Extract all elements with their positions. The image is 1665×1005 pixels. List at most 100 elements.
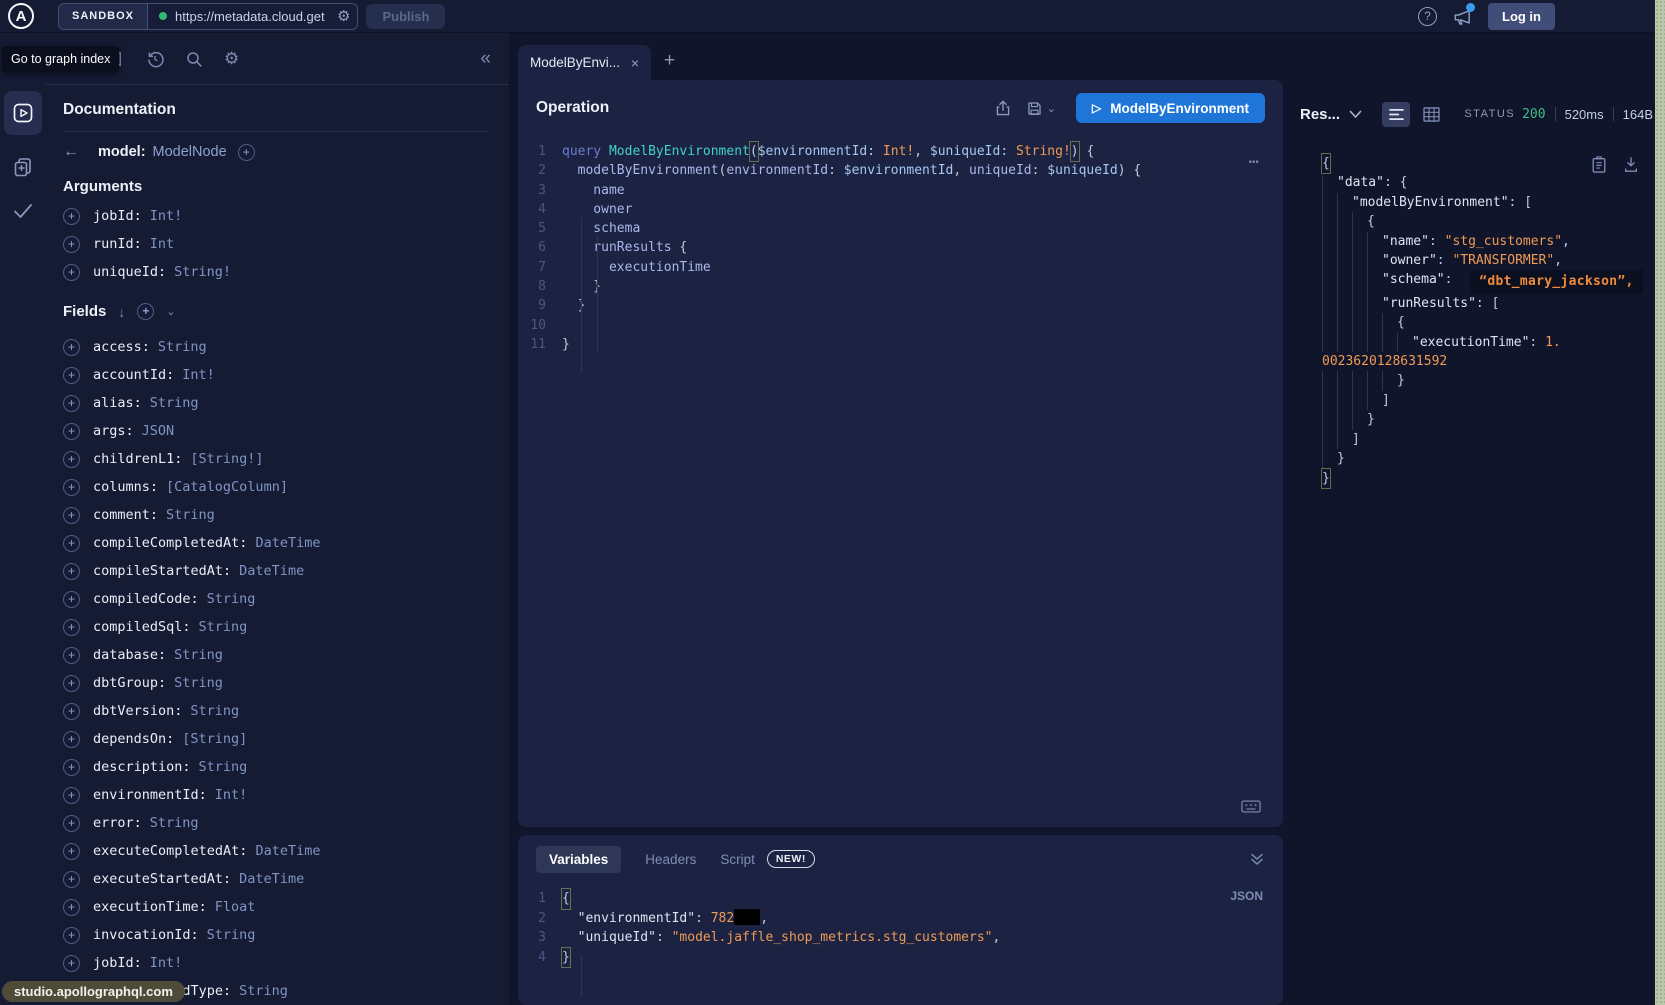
add-to-query-icon[interactable]: + bbox=[63, 339, 80, 356]
field-type[interactable]: [String!] bbox=[190, 451, 263, 467]
add-to-query-icon[interactable]: + bbox=[63, 395, 80, 412]
field-type[interactable]: JSON bbox=[142, 423, 175, 439]
settings-gear-icon[interactable]: ⚙ bbox=[224, 49, 239, 69]
save-chevron-icon[interactable]: ⌄ bbox=[1047, 102, 1056, 115]
field-type[interactable]: [CatalogColumn] bbox=[166, 479, 288, 495]
field-row[interactable]: +jobId:Int! bbox=[63, 202, 489, 230]
table-view-toggle-icon[interactable] bbox=[1423, 107, 1440, 122]
field-row[interactable]: +access:String bbox=[63, 333, 489, 361]
add-to-query-icon[interactable]: + bbox=[63, 955, 80, 972]
field-row[interactable]: +childrenL1:[String!] bbox=[63, 445, 489, 473]
field-type[interactable]: DateTime bbox=[255, 843, 320, 859]
sandbox-chip[interactable]: SANDBOX bbox=[59, 4, 148, 29]
field-type[interactable]: Int! bbox=[150, 208, 183, 224]
add-to-query-icon[interactable]: + bbox=[63, 927, 80, 944]
login-button[interactable]: Log in bbox=[1488, 3, 1555, 30]
field-type[interactable]: String bbox=[207, 927, 256, 943]
field-row[interactable]: +args:JSON bbox=[63, 417, 489, 445]
field-row[interactable]: +executeStartedAt:DateTime bbox=[63, 865, 489, 893]
add-all-fields-icon[interactable]: + bbox=[137, 303, 154, 320]
tab-headers[interactable]: Headers bbox=[645, 852, 696, 867]
field-row[interactable]: +dbtGroup:String bbox=[63, 669, 489, 697]
field-type[interactable]: Int bbox=[150, 236, 174, 252]
field-row[interactable]: +invocationId:String bbox=[63, 921, 489, 949]
run-operation-button[interactable]: ▷ ModelByEnvironment bbox=[1076, 93, 1265, 123]
field-row[interactable]: +compileStartedAt:DateTime bbox=[63, 557, 489, 585]
add-to-query-icon[interactable]: + bbox=[63, 759, 80, 776]
field-type[interactable]: [String] bbox=[182, 731, 247, 747]
add-to-query-icon[interactable]: + bbox=[63, 899, 80, 916]
tab-variables[interactable]: Variables bbox=[536, 846, 621, 873]
field-row[interactable]: +executionTime:Float bbox=[63, 893, 489, 921]
add-fields-chevron-icon[interactable]: ⌄ bbox=[166, 305, 175, 318]
field-row[interactable]: +description:String bbox=[63, 753, 489, 781]
field-row[interactable]: +runId:Int bbox=[63, 230, 489, 258]
field-row[interactable]: +columns:[CatalogColumn] bbox=[63, 473, 489, 501]
share-icon[interactable] bbox=[994, 99, 1012, 117]
field-type[interactable]: String bbox=[207, 591, 256, 607]
field-type[interactable]: String bbox=[150, 395, 199, 411]
add-to-query-icon[interactable]: + bbox=[63, 647, 80, 664]
endpoint-settings-gear-icon[interactable]: ⚙ bbox=[335, 7, 357, 25]
operation-editor[interactable]: 1query ModelByEnvironment($environmentId… bbox=[518, 136, 1283, 354]
add-field-icon[interactable]: + bbox=[238, 144, 255, 161]
add-to-query-icon[interactable]: + bbox=[63, 423, 80, 440]
field-row[interactable]: +compiledCode:String bbox=[63, 585, 489, 613]
history-icon[interactable] bbox=[146, 50, 164, 68]
add-to-query-icon[interactable]: + bbox=[63, 815, 80, 832]
back-arrow-icon[interactable]: ← bbox=[63, 143, 87, 161]
field-type[interactable]: String bbox=[190, 703, 239, 719]
explorer-nav-icon[interactable] bbox=[4, 91, 42, 135]
apollo-logo-icon[interactable]: A bbox=[8, 3, 34, 29]
field-type[interactable]: Float bbox=[215, 899, 256, 915]
field-type[interactable]: String bbox=[174, 647, 223, 663]
field-type[interactable]: DateTime bbox=[255, 535, 320, 551]
field-row[interactable]: +alias:String bbox=[63, 389, 489, 417]
tab-script[interactable]: Script bbox=[720, 852, 755, 867]
add-to-query-icon[interactable]: + bbox=[63, 843, 80, 860]
endpoint-url-input[interactable]: https://metadata.cloud.get bbox=[175, 9, 335, 24]
download-response-icon[interactable] bbox=[1623, 155, 1639, 174]
field-type[interactable]: DateTime bbox=[239, 563, 304, 579]
copy-response-icon[interactable] bbox=[1591, 155, 1607, 174]
search-icon[interactable] bbox=[185, 50, 203, 68]
field-row[interactable]: +compiledSql:String bbox=[63, 613, 489, 641]
add-to-query-icon[interactable]: + bbox=[63, 451, 80, 468]
field-row[interactable]: +uniqueId:String! bbox=[63, 258, 489, 286]
add-to-query-icon[interactable]: + bbox=[63, 208, 80, 225]
add-to-query-icon[interactable]: + bbox=[63, 871, 80, 888]
add-to-query-icon[interactable]: + bbox=[63, 535, 80, 552]
field-type[interactable]: Int! bbox=[182, 367, 215, 383]
keyboard-shortcuts-icon[interactable] bbox=[1241, 800, 1261, 813]
operation-tab[interactable]: ModelByEnvi... × bbox=[518, 45, 651, 80]
add-to-query-icon[interactable]: + bbox=[63, 264, 80, 281]
field-type[interactable]: Int! bbox=[215, 787, 248, 803]
schema-diff-nav-icon[interactable] bbox=[11, 155, 35, 179]
tab-close-icon[interactable]: × bbox=[631, 56, 639, 70]
add-to-query-icon[interactable]: + bbox=[63, 675, 80, 692]
response-body[interactable]: {"data": {"modelByEnvironment": [{"name"… bbox=[1300, 154, 1653, 488]
add-to-query-icon[interactable]: + bbox=[63, 619, 80, 636]
publish-button[interactable]: Publish bbox=[366, 4, 445, 29]
field-row[interactable]: +environmentId:Int! bbox=[63, 781, 489, 809]
help-icon[interactable]: ? bbox=[1418, 7, 1437, 26]
add-to-query-icon[interactable]: + bbox=[63, 563, 80, 580]
field-type[interactable]: String bbox=[158, 339, 207, 355]
field-type[interactable]: String bbox=[239, 983, 288, 999]
add-to-query-icon[interactable]: + bbox=[63, 507, 80, 524]
response-chevron-icon[interactable] bbox=[1349, 110, 1362, 119]
field-row[interactable]: +database:String bbox=[63, 641, 489, 669]
sort-fields-icon[interactable]: ↓ bbox=[118, 304, 125, 320]
add-to-query-icon[interactable]: + bbox=[63, 236, 80, 253]
add-to-query-icon[interactable]: + bbox=[63, 703, 80, 720]
breadcrumb-type[interactable]: ModelNode bbox=[153, 144, 227, 160]
add-to-query-icon[interactable]: + bbox=[63, 367, 80, 384]
response-title[interactable]: Res... bbox=[1300, 106, 1340, 123]
field-type[interactable]: String bbox=[199, 759, 248, 775]
field-row[interactable]: +dbtVersion:String bbox=[63, 697, 489, 725]
new-tab-icon[interactable]: + bbox=[664, 51, 675, 70]
field-row[interactable]: +compileCompletedAt:DateTime bbox=[63, 529, 489, 557]
field-type[interactable]: String bbox=[166, 507, 215, 523]
field-row[interactable]: +comment:String bbox=[63, 501, 489, 529]
field-type[interactable]: String bbox=[150, 815, 199, 831]
